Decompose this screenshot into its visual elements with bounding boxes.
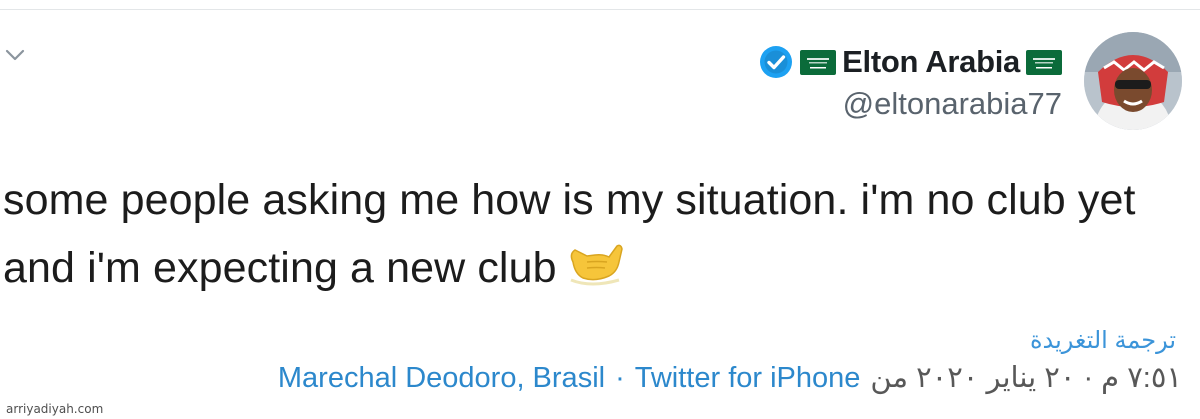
user-handle[interactable]: @eltonarabia77 xyxy=(843,86,1062,122)
watermark: arriyadiyah.com xyxy=(6,402,104,416)
saudi-flag-icon xyxy=(800,49,837,75)
avatar[interactable] xyxy=(1084,32,1182,130)
display-name: Elton Arabia xyxy=(842,44,1020,79)
author-name-row[interactable]: Elton Arabia xyxy=(758,40,1062,84)
meta-separator: · xyxy=(615,362,625,394)
verified-badge-icon xyxy=(760,46,793,78)
tweet-text: some people asking me how is my situatio… xyxy=(3,166,1183,302)
call-me-hand-icon xyxy=(565,238,623,286)
location-link[interactable]: Marechal Deodoro, Brasil xyxy=(278,362,605,395)
chevron-down-icon[interactable] xyxy=(4,44,26,66)
source-link[interactable]: Twitter for iPhone xyxy=(635,362,861,395)
tweet-meta: Marechal Deodoro, Brasil · Twitter for i… xyxy=(218,360,1182,395)
saudi-flag-icon xyxy=(1026,49,1062,75)
translate-tweet-link[interactable]: ترجمة التغريدة xyxy=(1030,326,1176,355)
top-divider xyxy=(0,9,1200,10)
timestamp[interactable]: ٧:٥١ م · ٢٠ يناير ٢٠٢٠ من xyxy=(870,360,1182,395)
